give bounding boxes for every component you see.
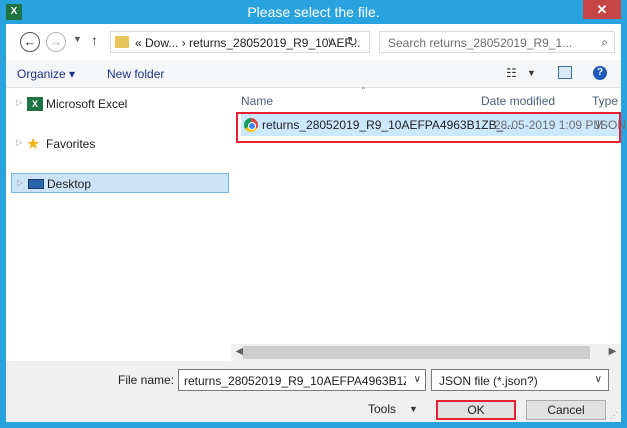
chevron-down-icon[interactable]: ∨ [595,374,602,385]
search-input[interactable]: Search returns_28052019_R9_1... ⌕ [379,31,615,53]
scrollbar-thumb[interactable] [243,346,590,359]
expand-icon[interactable]: ▷ [17,178,23,187]
sort-ascending-icon: ⌃ [360,86,367,95]
desktop-icon [28,179,44,189]
nav-item-label: Microsoft Excel [46,97,128,111]
chevron-down-icon[interactable]: ∨ [414,374,421,385]
scroll-right-icon[interactable]: ▶ [604,346,621,357]
title-bar: X Please select the file. ✕ [0,0,627,24]
tools-button[interactable]: Tools [368,402,396,416]
folder-icon [115,36,129,48]
refresh-icon[interactable]: ↻ [347,34,358,50]
column-header-name[interactable]: Name [241,94,273,108]
nav-item-desktop[interactable]: ▷ Desktop [11,173,229,193]
back-button[interactable]: ← [20,32,40,52]
address-row: ← → ▼ ↑ « Dow... › returns_28052019_R9_1… [6,24,621,60]
file-name-label: File name: [118,373,175,387]
nav-item-label: Desktop [47,177,92,191]
forward-button[interactable]: → [46,32,66,52]
resize-grip-icon[interactable]: ⋰ [610,411,618,420]
excel-icon: X [27,97,43,111]
search-placeholder: Search returns_28052019_R9_1... [388,36,573,50]
file-type-value: JSON file (*.json?) [439,374,538,388]
cancel-button[interactable]: Cancel [526,400,606,420]
search-icon[interactable]: ⌕ [601,35,608,50]
close-button[interactable]: ✕ [583,0,621,19]
chevron-down-icon[interactable]: ∨ [327,36,334,47]
change-view-icon[interactable]: ☷ [506,66,517,80]
expand-icon[interactable]: ▷ [16,98,22,107]
dialog-footer: File name: returns_28052019_R9_10AEFPA49… [6,361,621,422]
highlight-box-file-row [236,112,621,143]
window-title: Please select the file. [247,4,380,20]
column-header-date-modified[interactable]: Date modified [481,94,555,108]
navigation-pane: ▷ X Microsoft Excel ▷ ★ Favorites ▷ Desk… [6,88,231,366]
address-bar[interactable]: « Dow... › returns_28052019_R9_10AEF... … [110,31,370,53]
command-bar: Organize ▾ New folder ☷ ▼ ? [6,60,621,88]
file-name-value: returns_28052019_R9_10AEFPA4963B1ZB_erro [184,374,406,388]
tools-dropdown-icon[interactable]: ▼ [409,404,418,414]
file-type-select[interactable]: JSON file (*.json?) ∨ [431,369,609,391]
organize-button[interactable]: Organize ▾ [17,67,75,81]
horizontal-scrollbar[interactable]: ◀ ▶ [231,344,621,361]
column-header-type[interactable]: Type [592,94,618,108]
expand-icon[interactable]: ▷ [16,138,22,147]
nav-item-microsoft-excel[interactable]: ▷ X Microsoft Excel [6,94,224,114]
file-name-input[interactable]: returns_28052019_R9_10AEFPA4963B1ZB_erro… [178,369,426,391]
nav-item-favorites[interactable]: ▷ ★ Favorites [6,134,224,154]
new-folder-button[interactable]: New folder [107,67,164,81]
nav-item-label: Favorites [46,137,96,151]
help-icon[interactable]: ? [593,66,607,80]
preview-pane-icon[interactable] [558,66,572,79]
view-options-dropdown[interactable]: ▼ [527,68,536,78]
recent-locations-dropdown[interactable]: ▼ [73,34,82,44]
star-icon: ★ [26,136,41,153]
ok-button[interactable]: OK [436,400,516,420]
up-button[interactable]: ↑ [91,32,98,48]
